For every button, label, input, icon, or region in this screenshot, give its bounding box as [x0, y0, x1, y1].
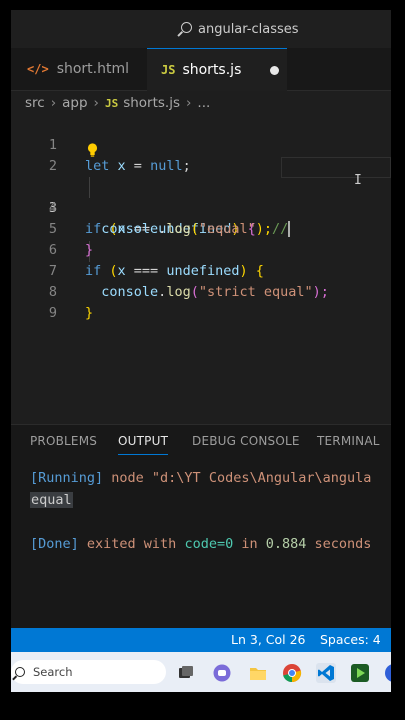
chevron-right-icon: › — [93, 95, 99, 111]
chrome-icon[interactable] — [282, 663, 302, 683]
js-file-icon: JS — [104, 96, 119, 110]
elapsed-time: 0.884 — [265, 536, 307, 552]
search-icon — [181, 22, 192, 33]
tab-problems[interactable]: PROBLEMS — [30, 434, 97, 448]
tab-debug-console[interactable]: DEBUG CONSOLE — [192, 434, 300, 448]
output-line-done: [Done] exited with code=0 in 0.884 secon… — [30, 536, 371, 552]
editor-tabs: </> short.html JS shorts.js — [11, 48, 391, 91]
taskbar-search[interactable]: Search — [11, 660, 166, 684]
status-bar: Ln 3, Col 26 Spaces: 4 — [11, 628, 391, 652]
breadcrumb-item[interactable]: ... — [197, 95, 210, 111]
output-line-running: [Running] node "d:\YT Codes\Angular\angu… — [30, 470, 371, 486]
js-file-icon: JS — [161, 63, 176, 77]
vscode-icon[interactable] — [316, 663, 336, 683]
breadcrumb-item[interactable]: shorts.js — [123, 95, 180, 111]
workspace-name: angular-classes — [198, 22, 299, 37]
code-line-active: 3 if (x == undefined) { // — [11, 156, 391, 237]
line-number: 9 — [48, 305, 57, 321]
exit-code: code=0 — [184, 536, 234, 552]
tab-output[interactable]: OUTPUT — [118, 434, 169, 455]
file-explorer-icon[interactable] — [248, 663, 268, 683]
lightbulb-icon[interactable] — [87, 143, 98, 157]
title-bar: angular-classes — [11, 10, 391, 48]
breadcrumb-item[interactable]: app — [62, 95, 87, 111]
bottom-panel: PROBLEMS OUTPUT DEBUG CONSOLE TERMINAL [… — [11, 424, 391, 629]
panel-tabs: PROBLEMS OUTPUT DEBUG CONSOLE TERMINAL — [11, 425, 391, 455]
vscode-window: angular-classes </> short.html JS shorts… — [11, 10, 391, 692]
chat-app-icon[interactable] — [212, 663, 232, 683]
done-text: exited with — [78, 536, 185, 552]
search-icon — [15, 667, 25, 677]
current-line-highlight — [281, 157, 391, 178]
done-text: seconds — [306, 536, 372, 552]
code-line: 4 console.log("equal"); — [11, 177, 391, 237]
chevron-right-icon: › — [186, 95, 192, 111]
media-player-icon[interactable] — [350, 663, 370, 683]
done-tag: [Done] — [30, 536, 79, 552]
taskbar-search-placeholder: Search — [33, 665, 73, 679]
app-icon[interactable] — [384, 663, 391, 683]
tab-label: short.html — [56, 61, 130, 77]
running-tag: [Running] — [30, 470, 104, 486]
tab-short-html[interactable]: </> short.html — [21, 48, 147, 90]
output-result: equal — [30, 492, 73, 508]
tab-label: shorts.js — [182, 62, 242, 78]
tab-terminal[interactable]: TERMINAL — [317, 434, 380, 448]
tab-shorts-js[interactable]: JS shorts.js — [147, 48, 287, 91]
breadcrumb-item[interactable]: src — [25, 95, 45, 111]
breadcrumb: src › app › JS shorts.js › ... — [25, 94, 210, 112]
code-line: 8 } — [11, 261, 391, 321]
code-editor[interactable]: 1 let x = null; 2 3 if (x == undefined) … — [11, 114, 391, 414]
cursor-position[interactable]: Ln 3, Col 26 — [231, 632, 306, 647]
code-line: 1 let x = null; — [11, 114, 391, 174]
task-view-icon[interactable] — [176, 663, 196, 683]
code-line: 5 } — [11, 198, 391, 258]
brace: } — [85, 305, 94, 321]
indentation-setting[interactable]: Spaces: 4 — [320, 632, 381, 647]
done-text: in — [233, 536, 266, 552]
code-line: 9 — [11, 282, 391, 321]
running-command: node "d:\YT Codes\Angular\angula — [103, 470, 372, 486]
code-line: 2 — [11, 135, 391, 174]
html-file-icon: </> — [27, 62, 49, 76]
windows-taskbar: Search — [11, 652, 391, 692]
code-line: 6 if (x === undefined) { — [11, 219, 391, 279]
unsaved-dot-icon[interactable] — [270, 65, 279, 75]
command-center-search[interactable]: angular-classes — [181, 22, 299, 37]
output-line-result: equal — [30, 492, 73, 508]
chevron-right-icon: › — [50, 95, 57, 111]
code-line: 7 console.log("strict equal"); — [11, 240, 391, 300]
